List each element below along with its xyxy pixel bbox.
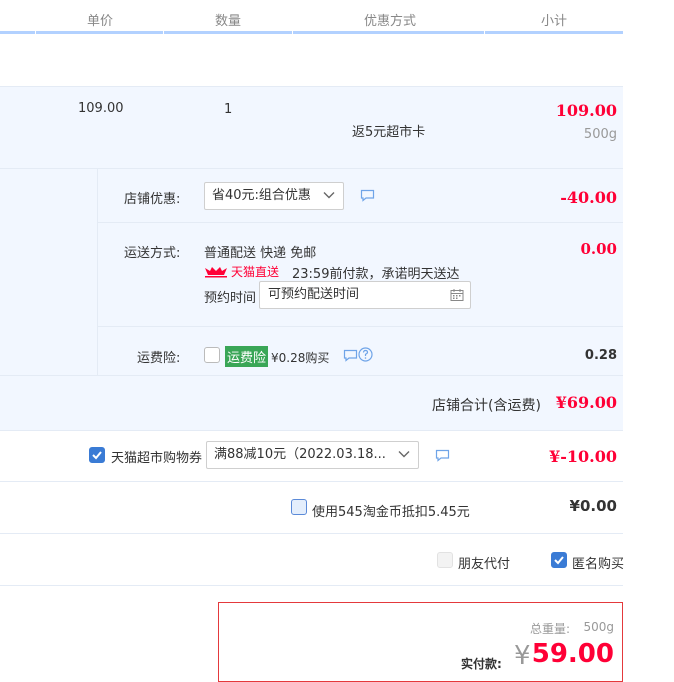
payment-summary: 总重量: 500g 实付款: ¥ 59.00: [218, 602, 623, 682]
friend-pay-label: 朋友代付: [458, 557, 511, 572]
shop-total-row: 店铺合计(含运费) ¥69.00: [0, 376, 623, 430]
header-quantity: 数量: [214, 14, 241, 29]
message-icon[interactable]: [360, 189, 375, 202]
item-row: 109.00 1 返5元超市卡 109.00 500g: [0, 87, 623, 168]
divider: [0, 481, 623, 482]
shop-section: 店铺优惠: 省40元:组合优惠 -40.00 运送方式: 普通配送 快递 免邮 …: [0, 169, 623, 375]
shipping-label: 运送方式:: [124, 246, 181, 261]
divider: [98, 222, 623, 223]
insurance-label: 运费险:: [137, 351, 181, 366]
anonymous-checkbox[interactable]: [551, 552, 567, 568]
shop-total-amount: ¥69.00: [555, 393, 617, 412]
total-weight-label: 总重量:: [529, 622, 570, 636]
shop-discount-label: 店铺优惠:: [124, 192, 181, 207]
shop-discount-value: 省40元:组合优惠: [212, 188, 311, 203]
insurance-checkbox[interactable]: [204, 347, 220, 363]
shipping-method: 普通配送 快递 免邮: [204, 246, 317, 261]
friend-pay-checkbox[interactable]: [437, 552, 453, 568]
shipping-promise: 23:59前付款，承诺明天送达: [292, 267, 460, 282]
message-icon[interactable]: [435, 449, 450, 462]
table-header: 单价 数量 优惠方式 小计: [0, 0, 623, 34]
shop-total-label: 店铺合计(含运费): [432, 398, 541, 414]
header-divider: [292, 30, 293, 34]
coupon-label: 天猫超市购物券: [111, 451, 203, 466]
message-icon[interactable]: [343, 349, 358, 362]
check-icon: [92, 451, 102, 460]
reserve-label: 预约时间: [204, 291, 257, 306]
actual-pay-amount: 59.00: [531, 639, 614, 669]
insurance-badge: 运费险: [225, 346, 269, 367]
check-icon: [554, 556, 564, 565]
coin-checkbox[interactable]: [291, 499, 307, 515]
divider: [98, 326, 623, 327]
coupon-value: 满88减10元（2022.03.18...: [214, 447, 386, 462]
shop-discount-amount: -40.00: [560, 188, 617, 207]
help-icon[interactable]: [358, 347, 373, 362]
header-divider: [163, 30, 164, 34]
item-promo: 返5元超市卡: [352, 125, 426, 140]
coupon-amount: ¥-10.00: [549, 447, 617, 466]
coupon-select[interactable]: 满88减10元（2022.03.18...: [206, 441, 419, 469]
header-discount-method: 优惠方式: [363, 14, 416, 29]
divider: [0, 585, 623, 586]
coin-amount: ¥0.00: [569, 497, 617, 515]
currency-symbol: ¥: [514, 641, 531, 671]
shipping-amount: 0.00: [580, 240, 617, 258]
header-divider: [484, 30, 485, 34]
actual-pay-label: 实付款:: [461, 657, 502, 671]
reserve-time-input[interactable]: 可预约配送时间: [259, 281, 471, 309]
divider: [97, 169, 98, 375]
shop-discount-select[interactable]: 省40元:组合优惠: [204, 182, 344, 210]
chevron-down-icon: [398, 451, 410, 458]
divider: [0, 430, 623, 431]
coin-label: 使用545淘金币抵扣5.45元: [312, 505, 470, 520]
tmall-direct-badge: 天猫直送: [204, 263, 279, 280]
item-quantity: 1: [224, 102, 233, 117]
tmall-cat-icon: [205, 267, 227, 278]
item-subtotal: 109.00: [555, 101, 617, 120]
insurance-amount: 0.28: [584, 348, 617, 363]
coupon-checkbox[interactable]: [89, 447, 105, 463]
item-unit-price: 109.00: [78, 101, 124, 116]
header-subtotal: 小计: [540, 14, 567, 29]
chevron-down-icon: [323, 192, 335, 199]
anonymous-label: 匿名购买: [572, 557, 625, 572]
header-divider: [35, 30, 36, 34]
divider: [0, 533, 623, 534]
insurance-desc: ¥0.28购买: [271, 351, 330, 365]
total-weight-value: 500g: [583, 620, 614, 634]
header-unit-price: 单价: [86, 14, 113, 29]
item-weight: 500g: [583, 127, 617, 142]
calendar-icon[interactable]: [450, 288, 464, 302]
